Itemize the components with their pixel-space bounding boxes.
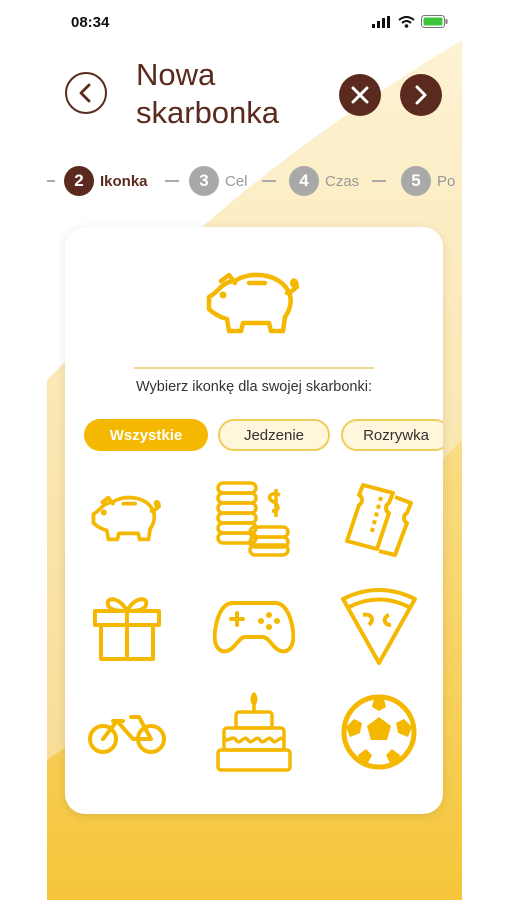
step-number: 3 xyxy=(189,166,219,196)
icon-option-pizza[interactable] xyxy=(334,582,424,672)
step-goal[interactable]: 3 Cel xyxy=(189,166,248,196)
back-button[interactable] xyxy=(65,72,107,114)
icon-option-coins[interactable] xyxy=(209,472,299,562)
step-number: 5 xyxy=(401,166,431,196)
chevron-left-icon xyxy=(79,83,91,103)
smile-icon xyxy=(340,812,418,814)
close-button[interactable] xyxy=(339,74,381,116)
close-icon xyxy=(351,86,369,104)
step-number: 2 xyxy=(64,166,94,196)
wifi-icon xyxy=(398,15,415,28)
icon-option-bicycle[interactable] xyxy=(82,687,172,777)
step-number: 4 xyxy=(289,166,319,196)
status-icons xyxy=(372,15,448,28)
selected-piggy-bank-icon xyxy=(206,272,300,334)
step-label: Po xyxy=(437,172,456,190)
step-label: Czas xyxy=(325,172,360,190)
icon-option-tickets[interactable] xyxy=(334,472,424,562)
category-chip-food[interactable]: Jedzenie xyxy=(218,419,330,451)
step-icon[interactable]: 2 Ikonka xyxy=(64,166,148,196)
phone-screen: 08:34 Nowa skarbonka 2 Ikonka 3 Cel 4 Cz… xyxy=(47,0,462,900)
icon-option-tv[interactable] xyxy=(209,787,299,814)
icon-option-smile[interactable] xyxy=(334,787,424,814)
bicycle-icon xyxy=(88,715,166,754)
battery-icon xyxy=(421,15,448,28)
step-connector xyxy=(262,180,276,182)
step-connector xyxy=(47,180,55,182)
step-label: Cel xyxy=(225,172,248,190)
coins-icon xyxy=(216,481,290,557)
gift-icon xyxy=(93,597,161,661)
clapperboard-icon xyxy=(87,812,167,814)
icon-option-gift[interactable] xyxy=(82,582,172,672)
step-summary[interactable]: 5 Po xyxy=(401,166,455,196)
soccer-ball-icon xyxy=(341,694,417,770)
category-chip-entertainment[interactable]: Rozrywka xyxy=(341,419,443,451)
header: Nowa skarbonka xyxy=(47,54,462,134)
step-connector xyxy=(165,180,179,182)
icon-option-cake[interactable] xyxy=(209,687,299,777)
piggy-bank-icon xyxy=(91,495,161,542)
icon-option-piggy-bank[interactable] xyxy=(82,472,172,562)
tickets-icon xyxy=(345,483,413,557)
step-time[interactable]: 4 Czas xyxy=(289,166,359,196)
tv-icon xyxy=(214,812,294,814)
page-title: Nowa skarbonka xyxy=(136,56,279,132)
icon-picker-card: Wybierz ikonkę dla swojej skarbonki: Wsz… xyxy=(65,227,443,814)
page-title-line2: skarbonka xyxy=(136,95,280,130)
chevron-right-icon xyxy=(415,85,427,105)
step-label: Ikonka xyxy=(100,172,148,190)
icon-option-soccer-ball[interactable] xyxy=(334,687,424,777)
icon-option-gamepad[interactable] xyxy=(209,582,299,672)
signal-icon xyxy=(372,15,390,28)
preview-divider xyxy=(134,367,374,369)
gamepad-icon xyxy=(213,601,295,654)
category-filter: Wszystkie Jedzenie Rozrywka xyxy=(84,419,443,455)
pizza-icon xyxy=(341,588,417,665)
stepper: 2 Ikonka 3 Cel 4 Czas 5 Po xyxy=(47,166,462,196)
status-time: 08:34 xyxy=(71,14,110,31)
icon-option-clapperboard[interactable] xyxy=(82,787,172,814)
status-bar: 08:34 xyxy=(47,0,462,44)
page-title-line1: Nowa xyxy=(136,57,216,92)
icon-prompt: Wybierz ikonkę dla swojej skarbonki: xyxy=(136,379,372,395)
step-connector xyxy=(372,180,386,182)
next-button[interactable] xyxy=(400,74,442,116)
category-chip-all[interactable]: Wszystkie xyxy=(84,419,208,451)
cake-icon xyxy=(216,692,292,772)
